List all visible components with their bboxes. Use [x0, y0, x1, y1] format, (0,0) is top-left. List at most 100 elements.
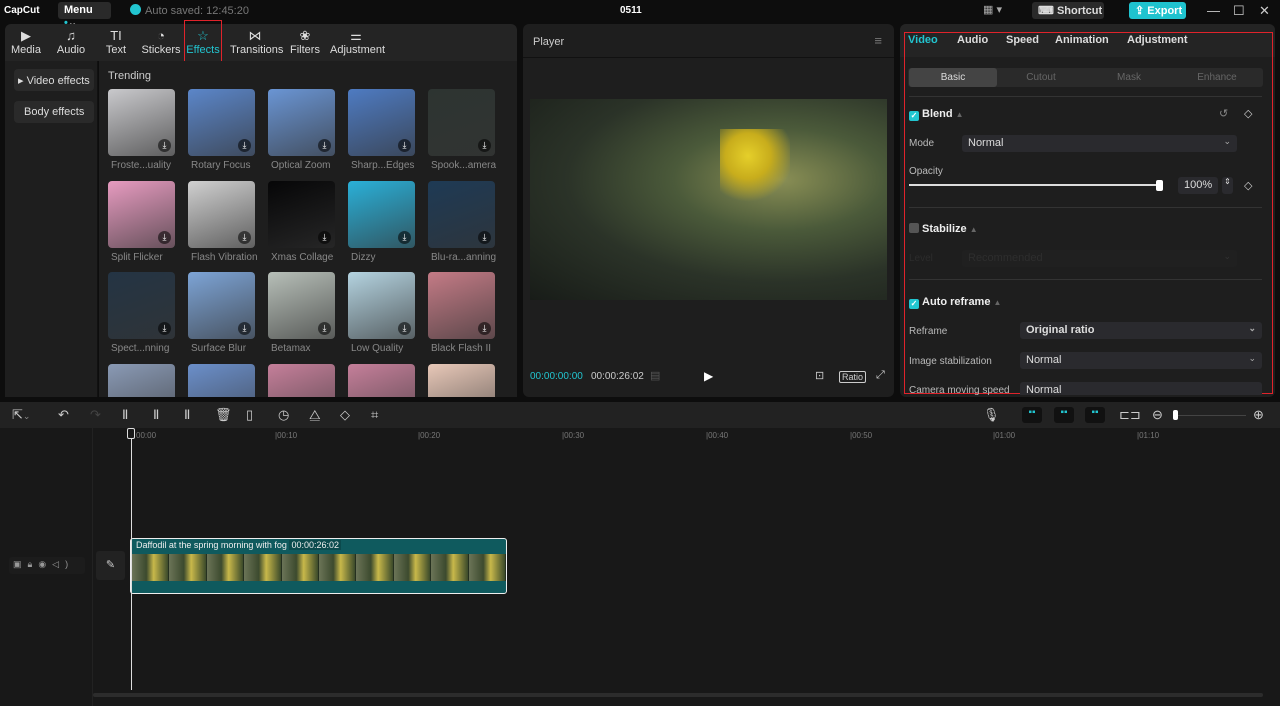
- split-icon[interactable]: Ⅱ: [122, 407, 128, 423]
- opacity-slider[interactable]: [909, 184, 1161, 186]
- effect-thumbnail[interactable]: [348, 363, 415, 397]
- effect-thumbnail[interactable]: ⤓: [428, 89, 495, 156]
- microphone-icon[interactable]: 🎙: [983, 407, 1000, 423]
- download-icon[interactable]: ⤓: [158, 230, 171, 244]
- subtab-basic[interactable]: Basic: [909, 68, 997, 87]
- auto-reframe-checkbox[interactable]: ✓: [909, 299, 919, 309]
- grid-icon[interactable]: ▤: [650, 369, 660, 382]
- subtab-mask[interactable]: Mask: [1085, 68, 1173, 87]
- close-icon[interactable]: ✕: [1259, 3, 1270, 19]
- effect-thumbnail[interactable]: ⤓: [268, 89, 335, 156]
- effect-thumbnail[interactable]: [268, 363, 335, 397]
- rotate-icon[interactable]: ◇: [340, 407, 350, 423]
- download-icon[interactable]: ⤓: [158, 322, 171, 335]
- tab-text[interactable]: TI Text: [103, 28, 129, 56]
- download-icon[interactable]: ⤓: [238, 230, 251, 244]
- reset-icon[interactable]: ↺: [1219, 107, 1228, 120]
- effect-thumbnail[interactable]: [188, 363, 255, 397]
- effect-thumbnail[interactable]: ⤓: [108, 272, 175, 339]
- menu-icon[interactable]: ≡: [874, 33, 882, 48]
- split-right-icon[interactable]: Ⅱ: [184, 407, 190, 423]
- reframe-select[interactable]: Original ratio ⌄: [1020, 322, 1262, 339]
- mode-select[interactable]: Normal ⌄: [962, 135, 1237, 152]
- download-icon[interactable]: ⤓: [238, 139, 251, 152]
- download-icon[interactable]: ⤓: [398, 230, 411, 244]
- minimize-icon[interactable]: —: [1207, 3, 1220, 18]
- split-left-icon[interactable]: Ⅱ: [153, 407, 159, 423]
- mirror-icon[interactable]: ⧋: [309, 407, 321, 423]
- download-icon[interactable]: ⤓: [318, 322, 331, 335]
- zoom-slider-handle[interactable]: [1173, 410, 1178, 420]
- lock-icon[interactable]: 🔒︎: [28, 559, 39, 569]
- cover-icon[interactable]: ▣: [13, 559, 28, 569]
- tab-audio[interactable]: ♫ Audio: [56, 28, 86, 56]
- edit-cover-icon[interactable]: ✎: [96, 551, 125, 580]
- download-icon[interactable]: ⤓: [318, 139, 331, 152]
- effect-thumbnail[interactable]: ⤓: [188, 180, 255, 248]
- effect-thumbnail[interactable]: ⤓: [348, 272, 415, 339]
- effect-thumbnail[interactable]: ⤓: [348, 89, 415, 156]
- tab-stickers[interactable]: ◔ Stickers: [140, 28, 182, 56]
- export-button[interactable]: ⇪ Export: [1129, 2, 1186, 19]
- download-icon[interactable]: ⤓: [478, 322, 491, 335]
- keyframe-icon[interactable]: ◇: [1244, 179, 1252, 192]
- download-icon[interactable]: ⤓: [398, 322, 411, 335]
- effect-thumbnail[interactable]: ⤓: [268, 272, 335, 339]
- video-preview[interactable]: [530, 99, 887, 300]
- opacity-slider-handle[interactable]: [1156, 180, 1163, 191]
- playhead-handle[interactable]: [127, 428, 135, 439]
- tab-transitions[interactable]: ⋈ Transitions: [230, 28, 283, 56]
- download-icon[interactable]: ⤓: [158, 139, 171, 152]
- freeze-icon[interactable]: ▯: [246, 407, 253, 423]
- menu-button[interactable]: Menu •⌄: [58, 2, 111, 29]
- camera-speed-select[interactable]: Normal: [1020, 382, 1262, 395]
- effect-thumbnail[interactable]: ⤓: [108, 180, 175, 248]
- effect-thumbnail[interactable]: [108, 363, 175, 397]
- zoom-out-icon[interactable]: ⊖: [1152, 407, 1163, 423]
- blend-header[interactable]: ✓ Blend ▲: [909, 108, 964, 121]
- focus-icon[interactable]: ⊡: [815, 369, 824, 382]
- download-icon[interactable]: ⤓: [478, 230, 491, 244]
- layout-icon[interactable]: ▦ ▾: [983, 3, 1002, 16]
- delete-icon[interactable]: 🗑: [215, 407, 232, 423]
- zoom-in-icon[interactable]: ⊕: [1253, 407, 1264, 423]
- download-icon[interactable]: ⤓: [318, 230, 331, 244]
- tab-filters[interactable]: ❀ Filters: [290, 28, 320, 56]
- stabilize-checkbox[interactable]: [909, 223, 919, 233]
- eye-icon[interactable]: ◉: [38, 559, 52, 569]
- sidebar-body-effects[interactable]: Body effects: [14, 101, 94, 123]
- effect-thumbnail[interactable]: ⤓: [188, 89, 255, 156]
- speaker-icon[interactable]: ◁): [52, 559, 74, 569]
- playhead[interactable]: [131, 430, 132, 690]
- stepper-icon[interactable]: ⇕: [1222, 177, 1233, 194]
- snap-icon[interactable]: ▪▪: [1054, 407, 1074, 423]
- effect-thumbnail[interactable]: [428, 363, 495, 397]
- effect-thumbnail[interactable]: ⤓: [108, 89, 175, 156]
- image-stabilization-select[interactable]: Normal ⌄: [1020, 352, 1262, 369]
- link-main-track-icon[interactable]: ▪▪: [1022, 407, 1042, 423]
- effect-thumbnail[interactable]: ⤓: [188, 272, 255, 339]
- select-tool-icon[interactable]: ⇱⌄: [12, 407, 30, 423]
- effect-thumbnail[interactable]: ⤓: [268, 180, 335, 248]
- crop-icon[interactable]: ⌗: [371, 407, 378, 423]
- subtab-cutout[interactable]: Cutout: [997, 68, 1085, 87]
- tab-media[interactable]: ▶ Media: [11, 28, 41, 56]
- download-icon[interactable]: ⤓: [478, 139, 491, 152]
- reverse-icon[interactable]: ◷: [278, 407, 289, 423]
- horizontal-scrollbar[interactable]: [93, 693, 1263, 697]
- effect-thumbnail[interactable]: ⤓: [348, 180, 415, 248]
- linkage-icon[interactable]: ▪▪: [1085, 407, 1105, 423]
- blend-checkbox[interactable]: ✓: [909, 111, 919, 121]
- opacity-input[interactable]: 100%: [1178, 177, 1218, 194]
- undo-icon[interactable]: ↶: [58, 407, 69, 423]
- shortcut-button[interactable]: ⌨ Shortcut: [1032, 2, 1104, 19]
- stabilize-header[interactable]: Stabilize ▲: [909, 223, 978, 235]
- subtab-enhance[interactable]: Enhance: [1173, 68, 1261, 87]
- keyframe-icon[interactable]: ◇: [1244, 107, 1252, 120]
- fullscreen-icon[interactable]: ⤢: [876, 369, 885, 382]
- sidebar-video-effects[interactable]: ▸ Video effects: [14, 69, 94, 91]
- effect-thumbnail[interactable]: ⤓: [428, 180, 495, 248]
- video-clip[interactable]: Daffodil at the spring morning with fog …: [130, 538, 507, 594]
- preview-axis-icon[interactable]: ⊏⊐: [1119, 407, 1141, 423]
- maximize-icon[interactable]: ☐: [1233, 3, 1245, 19]
